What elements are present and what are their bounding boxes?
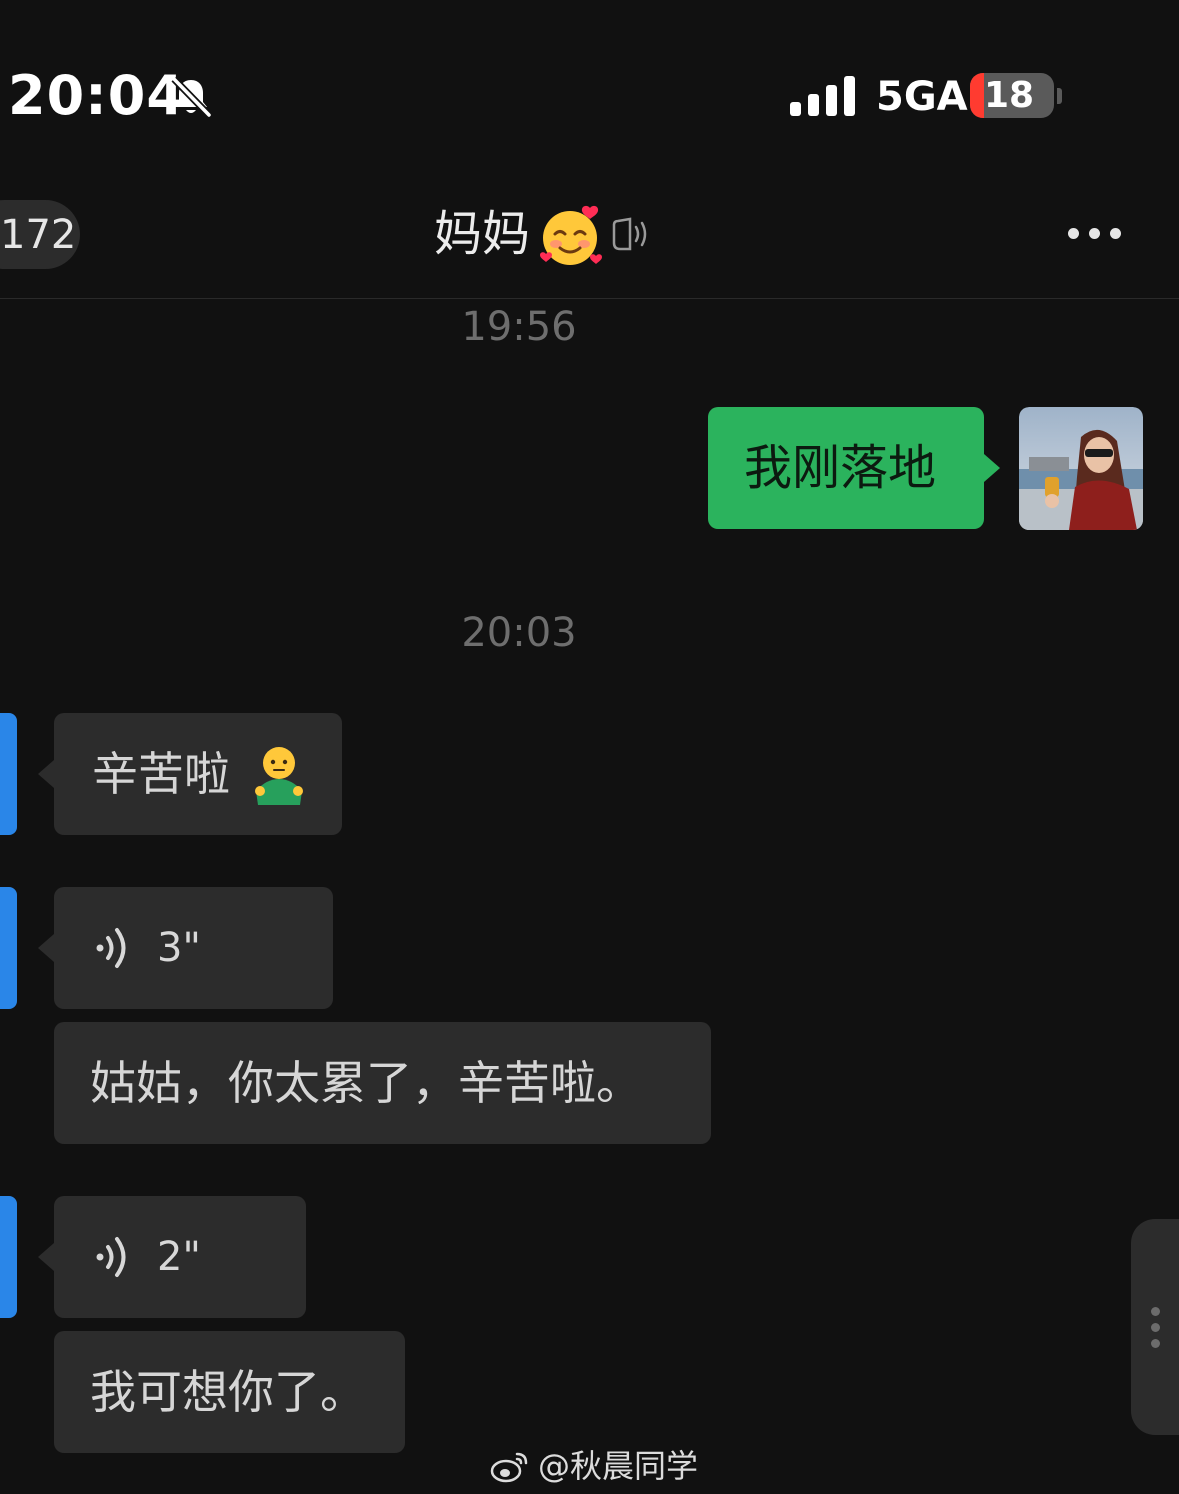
bell-slash-icon — [171, 76, 212, 118]
timestamp: 19:56 — [461, 304, 577, 350]
contact-avatar[interactable] — [0, 887, 17, 1009]
voice-transcript-text: 姑姑，你太累了，辛苦啦。 — [90, 1056, 642, 1110]
bubble-tail — [38, 760, 54, 788]
side-drawer-handle[interactable] — [1131, 1219, 1179, 1435]
voice-duration: 2" — [157, 1234, 201, 1280]
ear-mute-icon — [612, 217, 647, 251]
smiling-face-with-hearts-icon — [540, 205, 602, 265]
contact-avatar[interactable] — [0, 713, 17, 835]
signal-icon — [790, 76, 856, 116]
voice-transcript-bubble[interactable]: 我可想你了。 — [54, 1331, 405, 1453]
voice-message-bubble[interactable]: 3" — [54, 887, 333, 1009]
battery-icon: 18 — [970, 73, 1054, 118]
voice-message-bubble[interactable]: 2" — [54, 1196, 306, 1318]
voice-wave-icon — [96, 928, 126, 968]
status-time: 20:04 — [8, 64, 185, 127]
more-icon[interactable] — [1062, 220, 1128, 248]
chat-title: 妈妈 — [434, 206, 531, 262]
sent-bubble-tail — [984, 454, 1000, 482]
voice-transcript-bubble[interactable]: 姑姑，你太累了，辛苦啦。 — [54, 1022, 711, 1144]
contact-avatar[interactable] — [0, 1196, 17, 1318]
bubble-tail — [38, 934, 54, 962]
weibo-logo-icon — [490, 1452, 528, 1483]
timestamp: 20:03 — [461, 610, 577, 656]
received-message-text: 辛苦啦 — [92, 747, 230, 801]
network-label: 5GA — [876, 74, 968, 120]
voice-duration: 3" — [157, 925, 201, 971]
person-shrugging-icon — [255, 747, 303, 805]
sent-message-text: 我刚落地 — [744, 440, 937, 496]
voice-wave-icon — [96, 1237, 126, 1277]
battery-cap — [1057, 88, 1062, 104]
header-divider — [0, 298, 1179, 299]
sent-message-bubble[interactable]: 我刚落地 — [708, 407, 984, 529]
my-avatar[interactable] — [1019, 407, 1143, 530]
voice-transcript-text: 我可想你了。 — [90, 1365, 366, 1419]
battery-level: 18 — [983, 75, 1035, 116]
watermark-text: @秋晨同学 — [538, 1447, 699, 1485]
bubble-tail — [38, 1243, 54, 1271]
received-message-bubble[interactable]: 辛苦啦 — [54, 713, 342, 835]
unread-count[interactable]: 172 — [0, 210, 76, 260]
